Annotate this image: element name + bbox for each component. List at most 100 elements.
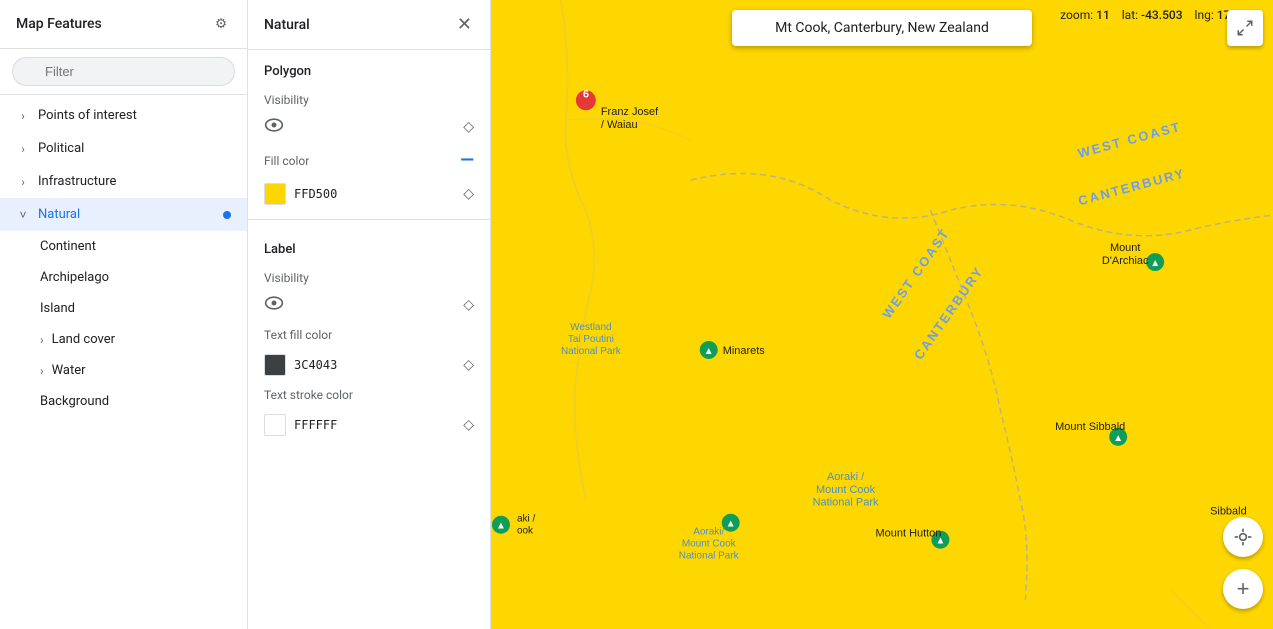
svg-text:▲: ▲ xyxy=(496,521,506,532)
visibility-row-polygon: Visibility xyxy=(248,87,490,113)
sidebar-subitem-background[interactable]: Background xyxy=(0,386,247,417)
subitem-label: Archipelago xyxy=(40,270,109,285)
map-area: zoom: 11 lat: -43.503 lng: 170.306 Mt Co… xyxy=(491,0,1273,629)
map-svg: WEST COAST CANTERBURY WEST COAST CANTERB… xyxy=(491,0,1273,629)
active-indicator xyxy=(223,211,231,219)
chevron-down-icon: ˅ xyxy=(16,208,30,222)
svg-text:National Park: National Park xyxy=(679,551,739,562)
subitem-label: Island xyxy=(40,301,75,316)
sidebar-item-points-of-interest[interactable]: › Points of interest xyxy=(0,99,247,132)
fullscreen-button[interactable] xyxy=(1227,10,1263,46)
panel-title: Natural xyxy=(264,17,310,33)
sidebar-subitem-continent[interactable]: Continent xyxy=(0,231,247,262)
svg-text:National Park: National Park xyxy=(561,346,621,357)
close-icon: ✕ xyxy=(457,14,472,35)
fill-color-diamond-icon[interactable]: ◇ xyxy=(463,186,474,202)
svg-text:Minarets: Minarets xyxy=(723,345,766,357)
sidebar-item-label: Political xyxy=(38,141,84,156)
text-stroke-color-swatch-row[interactable]: FFFFFF ◇ xyxy=(248,408,490,442)
fill-color-value: FFD500 xyxy=(294,187,463,201)
fill-color-row: Fill color — xyxy=(248,144,490,177)
svg-text:WEST COAST: WEST COAST xyxy=(1076,119,1183,161)
polygon-section-title: Polygon xyxy=(248,50,490,87)
eye-icon-label[interactable] xyxy=(264,295,284,314)
svg-text:Mount Cook: Mount Cook xyxy=(816,484,876,496)
svg-text:WEST COAST: WEST COAST xyxy=(879,225,952,321)
sidebar-item-label: Natural xyxy=(38,207,80,222)
text-stroke-diamond-icon[interactable]: ◇ xyxy=(463,417,474,433)
filter-input[interactable] xyxy=(12,57,235,86)
text-fill-color-swatch[interactable] xyxy=(264,354,286,376)
text-fill-color-swatch-row[interactable]: 3C4043 ◇ xyxy=(248,348,490,382)
gear-button[interactable]: ⚙ xyxy=(211,12,231,36)
svg-text:Franz Josef: Franz Josef xyxy=(601,106,659,118)
close-button[interactable]: ✕ xyxy=(455,12,474,37)
text-fill-color-row: Text fill color xyxy=(248,322,490,348)
chevron-right-icon: › xyxy=(16,142,30,156)
zoom-in-button[interactable]: + xyxy=(1223,569,1263,609)
svg-text:Aoraki /: Aoraki / xyxy=(827,471,865,483)
sidebar-header: Map Features ⚙ xyxy=(0,0,247,49)
sidebar-item-infrastructure[interactable]: › Infrastructure xyxy=(0,165,247,198)
filter-bar xyxy=(0,49,247,95)
minus-button[interactable]: — xyxy=(460,150,474,171)
subitem-label: Water xyxy=(52,363,86,378)
diamond-icon-label[interactable]: ◇ xyxy=(463,297,474,313)
visibility-label: Visibility xyxy=(264,93,309,107)
middle-panel: Natural ✕ Polygon Visibility ◇ Fill colo… xyxy=(248,0,491,629)
label-visibility-label: Visibility xyxy=(264,271,309,285)
svg-text:Westland: Westland xyxy=(570,322,611,333)
sidebar-subitem-island[interactable]: Island xyxy=(0,293,247,324)
svg-text:Sibbald: Sibbald xyxy=(1210,506,1247,518)
diamond-icon[interactable]: ◇ xyxy=(463,119,474,135)
nav-items: › Points of interest › Political › Infra… xyxy=(0,95,247,629)
chevron-right-icon: › xyxy=(40,364,44,378)
visibility-controls-polygon: ◇ xyxy=(248,113,490,144)
panel-header: Natural ✕ xyxy=(248,0,490,50)
sidebar-item-natural[interactable]: ˅ Natural xyxy=(0,198,247,231)
visibility-controls-label: ◇ xyxy=(248,291,490,322)
fill-color-label: Fill color xyxy=(264,154,309,168)
map-search-text: Mt Cook, Canterbury, New Zealand xyxy=(775,20,989,36)
sidebar-subitem-land-cover[interactable]: › Land cover xyxy=(0,324,247,355)
svg-text:ook: ook xyxy=(517,526,533,537)
svg-text:D'Archiac: D'Archiac xyxy=(1102,255,1149,267)
sidebar-subitem-water[interactable]: › Water xyxy=(0,355,247,386)
sidebar-item-label: Infrastructure xyxy=(38,174,116,189)
filter-wrap xyxy=(12,57,235,86)
sidebar: Map Features ⚙ › Points of interest › Po… xyxy=(0,0,248,629)
text-fill-diamond-icon[interactable]: ◇ xyxy=(463,357,474,373)
chevron-right-icon: › xyxy=(16,109,30,123)
sidebar-subitem-archipelago[interactable]: Archipelago xyxy=(0,262,247,293)
svg-text:Aoraki/: Aoraki/ xyxy=(693,527,724,538)
text-stroke-color-swatch[interactable] xyxy=(264,414,286,436)
svg-text:Mount Hutton: Mount Hutton xyxy=(876,528,942,540)
subitem-label: Background xyxy=(40,394,109,409)
eye-icon[interactable] xyxy=(264,117,284,136)
svg-text:/ Waiau: / Waiau xyxy=(601,119,638,131)
location-icon xyxy=(1233,527,1253,547)
sidebar-title: Map Features xyxy=(16,16,102,32)
plus-icon: + xyxy=(1237,578,1250,600)
svg-text:Mount: Mount xyxy=(1110,242,1141,254)
svg-text:CANTERBURY: CANTERBURY xyxy=(911,263,987,362)
chevron-right-icon: › xyxy=(40,333,44,347)
subitem-label: Continent xyxy=(40,239,96,254)
subitem-label: Land cover xyxy=(52,332,115,347)
svg-text:Mount Cook: Mount Cook xyxy=(682,539,736,550)
text-stroke-color-value: FFFFFF xyxy=(294,418,463,432)
svg-text:▲: ▲ xyxy=(704,346,714,357)
svg-text:Tai Poutini: Tai Poutini xyxy=(568,334,614,345)
fill-color-swatch-row[interactable]: FFD500 ◇ xyxy=(248,177,490,211)
text-fill-color-label: Text fill color xyxy=(264,328,332,342)
sidebar-item-political[interactable]: › Political xyxy=(0,132,247,165)
location-button[interactable] xyxy=(1223,517,1263,557)
text-stroke-color-row: Text stroke color xyxy=(248,382,490,408)
svg-text:Mount Sibbald: Mount Sibbald xyxy=(1055,421,1125,433)
fill-color-swatch[interactable] xyxy=(264,183,286,205)
svg-text:▲: ▲ xyxy=(726,519,736,530)
sidebar-item-label: Points of interest xyxy=(38,108,137,123)
visibility-row-label: Visibility xyxy=(248,265,490,291)
svg-text:▲: ▲ xyxy=(1113,433,1123,444)
label-section-title: Label xyxy=(248,228,490,265)
